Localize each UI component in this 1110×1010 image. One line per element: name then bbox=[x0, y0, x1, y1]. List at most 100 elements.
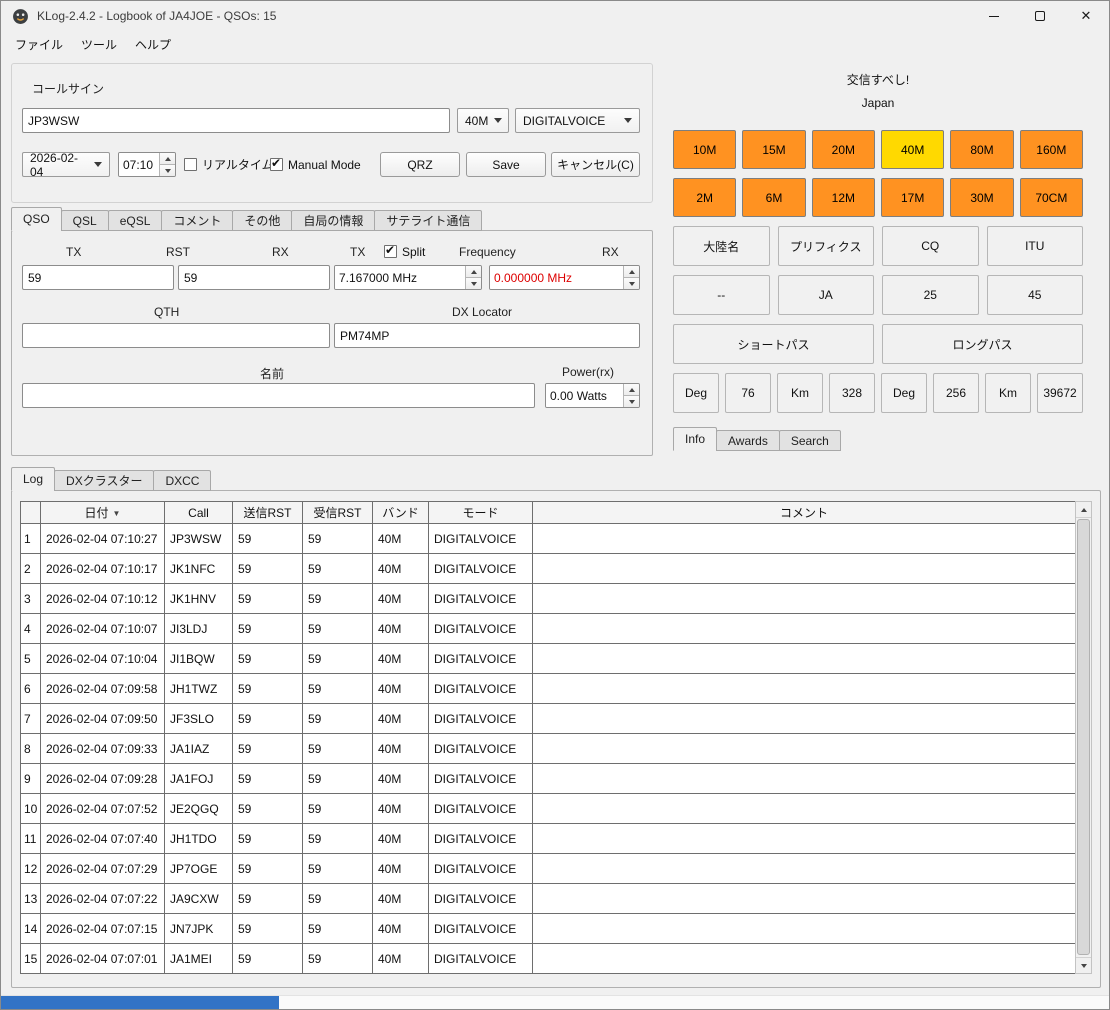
row-number[interactable]: 10 bbox=[20, 793, 41, 824]
date-select[interactable]: 2026-02-04 bbox=[22, 151, 110, 179]
band-button-40m[interactable]: 40M bbox=[880, 130, 945, 169]
row-number[interactable]: 7 bbox=[20, 703, 41, 734]
qso-tab-1[interactable]: QSL bbox=[60, 210, 109, 231]
table-row[interactable]: 6 2026-02-04 07:09:58 JH1TWZ 59 59 40M DIGITAL… bbox=[20, 673, 1076, 704]
save-button[interactable]: Save bbox=[466, 152, 546, 177]
dx-info-button-1[interactable]: プリフィクス bbox=[777, 226, 874, 266]
qso-tab-4[interactable]: その他 bbox=[232, 210, 293, 231]
band-button-2m[interactable]: 2M bbox=[673, 178, 737, 217]
band-button-15m[interactable]: 15M bbox=[742, 130, 806, 169]
dx-info-button-2[interactable]: CQ bbox=[882, 226, 979, 266]
freq-tx-spinner[interactable] bbox=[334, 265, 482, 290]
log-column-header-6[interactable]: コメント bbox=[532, 501, 1076, 524]
table-row[interactable]: 3 2026-02-04 07:10:12 JK1HNV 59 59 40M DIGITAL… bbox=[20, 583, 1076, 614]
band-button-160m[interactable]: 160M bbox=[1019, 130, 1083, 169]
table-row[interactable]: 7 2026-02-04 07:09:50 JF3SLO 59 59 40M DIGITAL… bbox=[20, 703, 1076, 734]
table-row[interactable]: 4 2026-02-04 07:10:07 JI3LDJ 59 59 40M DIGITAL… bbox=[20, 613, 1076, 644]
power-spinner[interactable] bbox=[545, 383, 640, 408]
band-button-70cm[interactable]: 70CM bbox=[1019, 178, 1083, 217]
qth-input[interactable] bbox=[22, 323, 330, 348]
band-button-80m[interactable]: 80M bbox=[950, 130, 1014, 169]
dx-tab-2[interactable]: Search bbox=[778, 430, 841, 451]
band-button-6m[interactable]: 6M bbox=[742, 178, 806, 217]
mode-select[interactable]: DIGITALVOICE bbox=[515, 108, 640, 133]
freq-rx-input[interactable] bbox=[490, 266, 623, 289]
table-row[interactable]: 11 2026-02-04 07:07:40 JH1TDO 59 59 40M DIGITA… bbox=[20, 823, 1076, 854]
row-number[interactable]: 2 bbox=[20, 553, 41, 584]
qso-tab-0[interactable]: QSO bbox=[11, 207, 62, 231]
menu-item-0[interactable]: ファイル bbox=[6, 32, 72, 57]
close-button[interactable]: ✕ bbox=[1063, 1, 1109, 31]
row-number[interactable]: 8 bbox=[20, 733, 41, 764]
split-checkbox[interactable]: Split bbox=[384, 243, 425, 260]
path-button-1[interactable]: ロングパス bbox=[882, 324, 1083, 364]
power-increment-button[interactable] bbox=[624, 384, 639, 395]
log-tab-2[interactable]: DXCC bbox=[153, 470, 212, 491]
menu-item-2[interactable]: ヘルプ bbox=[126, 32, 180, 57]
time-spinner[interactable] bbox=[118, 152, 176, 177]
dx-info-button-3[interactable]: ITU bbox=[986, 226, 1083, 266]
power-input[interactable] bbox=[546, 384, 623, 407]
time-input[interactable] bbox=[119, 153, 159, 176]
scroll-up-button[interactable] bbox=[1076, 502, 1091, 518]
table-row[interactable]: 15 2026-02-04 07:07:01 JA1MEI 59 59 40M DIGITA… bbox=[20, 943, 1076, 974]
qso-tab-6[interactable]: サテライト通信 bbox=[374, 210, 483, 231]
table-row[interactable]: 10 2026-02-04 07:07:52 JE2QGQ 59 59 40M DIGITA… bbox=[20, 793, 1076, 824]
menu-item-1[interactable]: ツール bbox=[72, 32, 126, 57]
name-input[interactable] bbox=[22, 383, 535, 408]
qso-tab-3[interactable]: コメント bbox=[161, 210, 234, 231]
row-number[interactable]: 15 bbox=[20, 943, 41, 974]
band-button-30m[interactable]: 30M bbox=[950, 178, 1014, 217]
band-button-10m[interactable]: 10M bbox=[673, 130, 737, 169]
qso-tab-5[interactable]: 自局の情報 bbox=[291, 210, 376, 231]
log-column-header-0[interactable]: 日付 ▼ bbox=[40, 501, 165, 524]
manual-mode-checkbox[interactable]: Manual Mode bbox=[270, 156, 361, 173]
table-row[interactable]: 2 2026-02-04 07:10:17 JK1NFC 59 59 40M DIGITAL… bbox=[20, 553, 1076, 584]
band-button-12m[interactable]: 12M bbox=[811, 178, 875, 217]
row-number[interactable]: 14 bbox=[20, 913, 41, 944]
log-column-header-2[interactable]: 送信RST bbox=[232, 501, 303, 524]
table-row[interactable]: 9 2026-02-04 07:09:28 JA1FOJ 59 59 40M DIGITAL… bbox=[20, 763, 1076, 794]
freq-rx-increment-button[interactable] bbox=[624, 266, 639, 277]
log-table[interactable]: 日付 ▼ Call 送信RST 受信RST バンド モード コメント 1 2026-02-04 … bbox=[20, 501, 1076, 974]
table-row[interactable]: 8 2026-02-04 07:09:33 JA1IAZ 59 59 40M DIGITAL… bbox=[20, 733, 1076, 764]
log-column-header-4[interactable]: バンド bbox=[372, 501, 429, 524]
time-decrement-button[interactable] bbox=[160, 164, 175, 176]
row-number[interactable]: 4 bbox=[20, 613, 41, 644]
log-tab-0[interactable]: Log bbox=[11, 467, 56, 491]
table-row[interactable]: 5 2026-02-04 07:10:04 JI1BQW 59 59 40M DIGITAL… bbox=[20, 643, 1076, 674]
power-decrement-button[interactable] bbox=[624, 395, 639, 407]
dx-tab-1[interactable]: Awards bbox=[716, 430, 780, 451]
cancel-button[interactable]: キャンセル(C) bbox=[551, 152, 640, 177]
dx-info-button-0[interactable]: 大陸名 bbox=[673, 226, 770, 266]
row-number[interactable]: 9 bbox=[20, 763, 41, 794]
log-column-header-3[interactable]: 受信RST bbox=[302, 501, 373, 524]
freq-tx-input[interactable] bbox=[335, 266, 465, 289]
rst-rx-input[interactable] bbox=[178, 265, 330, 290]
freq-rx-spinner[interactable] bbox=[489, 265, 640, 290]
freq-tx-increment-button[interactable] bbox=[466, 266, 481, 277]
scroll-thumb[interactable] bbox=[1077, 519, 1090, 955]
path-button-0[interactable]: ショートパス bbox=[673, 324, 874, 364]
band-select[interactable]: 40M bbox=[457, 108, 509, 133]
log-tab-1[interactable]: DXクラスター bbox=[54, 470, 155, 491]
minimize-button[interactable] bbox=[971, 1, 1017, 31]
table-row[interactable]: 13 2026-02-04 07:07:22 JA9CXW 59 59 40M DIGITA… bbox=[20, 883, 1076, 914]
band-button-17m[interactable]: 17M bbox=[880, 178, 945, 217]
time-increment-button[interactable] bbox=[160, 153, 175, 164]
log-column-header-1[interactable]: Call bbox=[164, 501, 233, 524]
dx-locator-input[interactable] bbox=[334, 323, 640, 348]
table-row[interactable]: 14 2026-02-04 07:07:15 JN7JPK 59 59 40M DIGITA… bbox=[20, 913, 1076, 944]
callsign-input[interactable] bbox=[22, 108, 450, 133]
log-column-header-5[interactable]: モード bbox=[428, 501, 533, 524]
realtime-checkbox[interactable]: リアルタイム bbox=[184, 156, 274, 173]
row-number[interactable]: 13 bbox=[20, 883, 41, 914]
qso-tab-2[interactable]: eQSL bbox=[107, 210, 163, 231]
row-number[interactable]: 3 bbox=[20, 583, 41, 614]
dx-tab-0[interactable]: Info bbox=[673, 427, 718, 451]
rst-tx-input[interactable] bbox=[22, 265, 174, 290]
row-number[interactable]: 11 bbox=[20, 823, 41, 854]
band-button-20m[interactable]: 20M bbox=[811, 130, 875, 169]
row-number[interactable]: 5 bbox=[20, 643, 41, 674]
row-number[interactable]: 6 bbox=[20, 673, 41, 704]
